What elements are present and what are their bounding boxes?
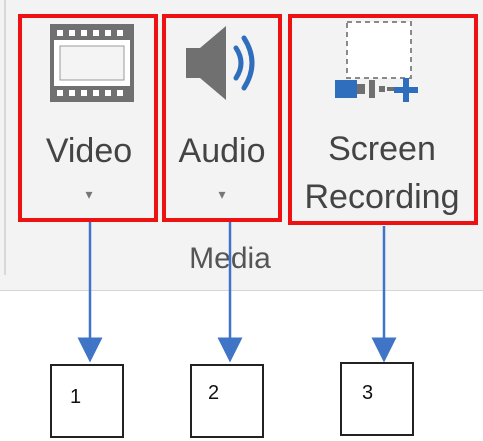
callout-number-2: 2 [208,382,220,404]
callout-number-1: 1 [70,386,82,408]
callout-box-3: 3 [340,362,414,436]
callout-box-2: 2 [190,364,264,438]
callout-number-3: 3 [362,382,374,404]
callout-box-1: 1 [50,364,124,438]
